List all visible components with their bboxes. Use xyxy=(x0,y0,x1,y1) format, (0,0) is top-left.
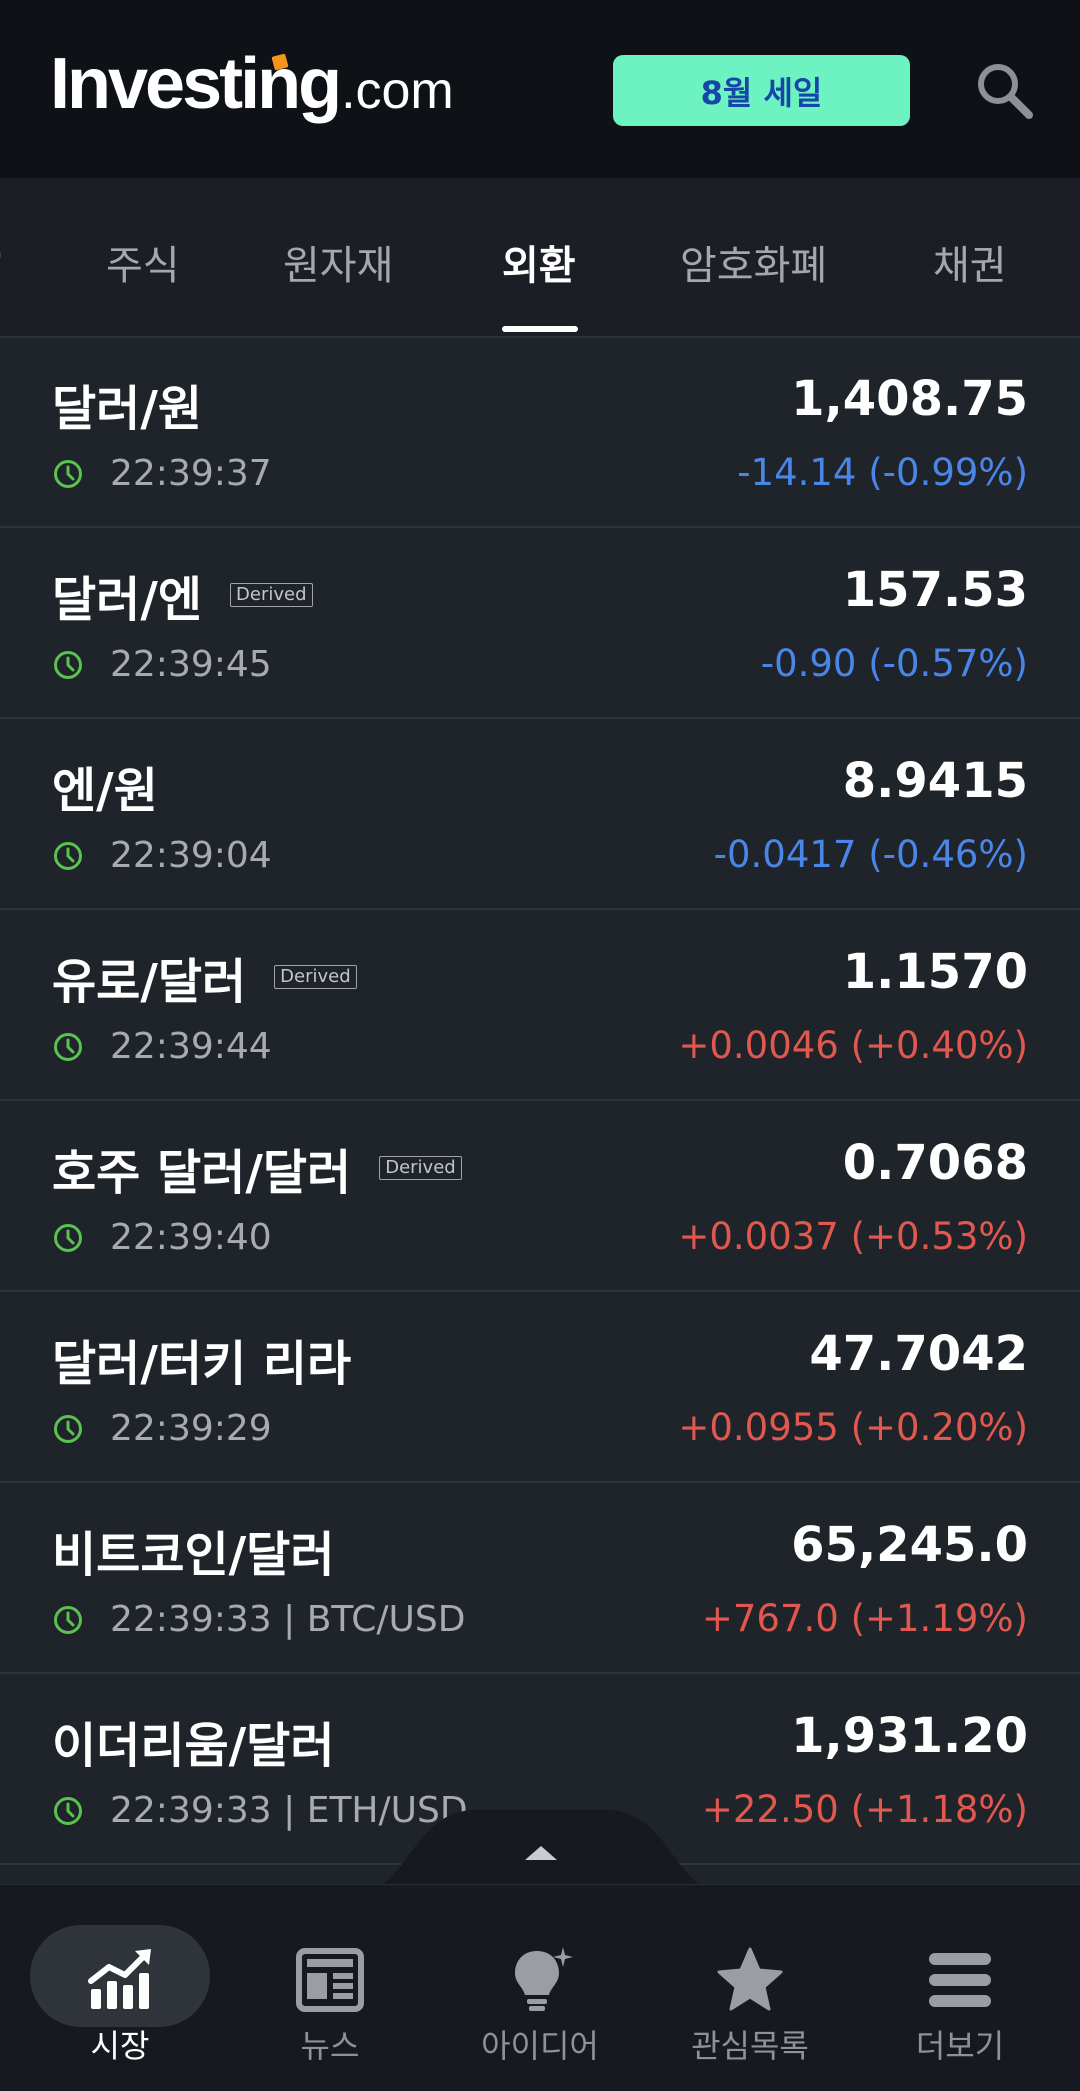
instrument-name-text: 달러/터키 리라 xyxy=(52,1336,352,1392)
quote-time: 22:39:45 xyxy=(52,644,272,685)
clock-icon xyxy=(54,459,82,488)
last-price: 1,408.75 xyxy=(791,371,1028,427)
quote-row[interactable]: 달러/엔 Derived 22:39:45 157.53 -0.90 (-0.57%) xyxy=(0,528,1080,719)
instrument-name-text: 달러/엔 xyxy=(52,572,203,628)
top-bar: Investing .com 8월 세일 xyxy=(0,0,1080,178)
logo-main-text: Investing xyxy=(50,44,342,124)
clock-icon xyxy=(54,1032,82,1061)
quote-time-text: 22:39:40 xyxy=(110,1217,272,1258)
quote-row[interactable]: 엔/원 22:39:04 8.9415 -0.0417 (-0.46%) xyxy=(0,719,1080,910)
instrument-name: 달러/원 xyxy=(52,369,202,439)
clock-icon xyxy=(54,1605,82,1634)
nav-markets[interactable]: 시장 xyxy=(30,1905,210,2075)
last-price: 0.7068 xyxy=(842,1135,1028,1191)
instrument-name: 엔/원 xyxy=(52,751,158,821)
instrument-name-text: 이더리움/달러 xyxy=(52,1718,335,1774)
investing-logo[interactable]: Investing .com xyxy=(50,48,454,138)
search-icon[interactable] xyxy=(972,58,1036,122)
instrument-name-text: 달러/원 xyxy=(52,381,203,437)
last-price: 1,931.20 xyxy=(791,1708,1028,1764)
quote-row[interactable]: 비트코인/달러 22:39:33 | BTC/USD 65,245.0 +767.0 … xyxy=(0,1483,1080,1674)
quote-time: 22:39:40 xyxy=(52,1217,272,1258)
last-price: 47.7042 xyxy=(809,1326,1028,1382)
menu-icon xyxy=(929,1953,991,2007)
quote-time-text: 22:39:45 xyxy=(110,644,272,685)
clock-icon xyxy=(54,1223,82,1252)
instrument-name: 달러/엔 Derived xyxy=(52,560,313,630)
quote-time: 22:39:04 xyxy=(52,835,272,876)
nav-markets-label: 시장 xyxy=(90,2027,150,2065)
quote-time-text: 22:39:33 | BTC/USD xyxy=(110,1599,466,1640)
instrument-name: 이더리움/달러 xyxy=(52,1706,335,1776)
bottom-navigation: 시장 뉴스 아이디어 관심목록 더보기 xyxy=(0,1884,1080,2091)
newspaper-icon xyxy=(296,1948,364,2012)
tab-bonds[interactable]: 채권 xyxy=(933,233,1007,291)
expand-panel-handle[interactable] xyxy=(365,1810,717,1890)
quote-time-text: 22:39:44 xyxy=(110,1026,272,1067)
clock-icon xyxy=(54,650,82,679)
quote-time-text: 22:39:04 xyxy=(110,835,272,876)
tab-stocks[interactable]: 주식 xyxy=(106,233,180,291)
quote-time-text: 22:39:37 xyxy=(110,453,272,494)
last-price: 8.9415 xyxy=(842,753,1028,809)
nav-watchlist[interactable]: 관심목록 xyxy=(660,1905,840,2075)
instrument-name: 달러/터키 리라 xyxy=(52,1324,351,1394)
nav-ideas-label: 아이디어 xyxy=(481,2027,599,2065)
price-change: +767.0 (+1.19%) xyxy=(701,1597,1028,1640)
quote-time: 22:39:29 xyxy=(52,1408,272,1449)
clock-icon xyxy=(54,1796,82,1825)
nav-news[interactable]: 뉴스 xyxy=(240,1905,420,2075)
star-icon xyxy=(717,1947,783,2011)
derived-badge: Derived xyxy=(230,583,313,607)
logo-suffix-text: .com xyxy=(341,62,454,120)
instrument-name: 유로/달러 Derived xyxy=(52,942,357,1012)
instrument-name-text: 비트코인/달러 xyxy=(52,1527,335,1583)
sale-button[interactable]: 8월 세일 xyxy=(613,55,910,126)
last-price: 65,245.0 xyxy=(791,1517,1028,1573)
tab-commodities[interactable]: 원자재 xyxy=(283,233,393,291)
active-tab-indicator xyxy=(502,326,578,332)
price-change: -14.14 (-0.99%) xyxy=(737,451,1028,494)
derived-badge: Derived xyxy=(379,1156,462,1180)
instrument-name: 비트코인/달러 xyxy=(52,1515,335,1585)
instrument-name: 호주 달러/달러 Derived xyxy=(52,1133,462,1203)
price-change: -0.90 (-0.57%) xyxy=(760,642,1028,685)
instrument-name-text: 엔/원 xyxy=(52,763,158,819)
price-change: -0.0417 (-0.46%) xyxy=(713,833,1028,876)
clock-icon xyxy=(54,841,82,870)
quote-row[interactable]: 달러/원 22:39:37 1,408.75 -14.14 (-0.99%) xyxy=(0,337,1080,528)
clock-icon xyxy=(54,1414,82,1443)
derived-badge: Derived xyxy=(274,965,357,989)
price-change: +0.0046 (+0.40%) xyxy=(678,1024,1028,1067)
last-price: 1.1570 xyxy=(842,944,1028,1000)
nav-watchlist-label: 관심목록 xyxy=(691,2027,809,2065)
chart-up-icon xyxy=(88,1949,151,2009)
tab-crypto[interactable]: 암호화폐 xyxy=(680,233,827,291)
quote-row[interactable]: 호주 달러/달러 Derived 22:39:40 0.7068 +0.0037 (+0… xyxy=(0,1101,1080,1292)
instrument-name-text: 호주 달러/달러 xyxy=(52,1145,352,1201)
quote-time: 22:39:44 xyxy=(52,1026,272,1067)
price-change: +22.50 (+1.18%) xyxy=(701,1788,1028,1831)
tab-partial-left[interactable]: · xyxy=(0,233,5,279)
quote-time: 22:39:37 xyxy=(52,453,272,494)
quote-time-text: 22:39:29 xyxy=(110,1408,272,1449)
quote-time: 22:39:33 | BTC/USD xyxy=(52,1599,465,1640)
category-tabs: · 주식 원자재 외환 암호화폐 채권 xyxy=(0,178,1080,338)
last-price: 157.53 xyxy=(842,562,1028,618)
instrument-name-text: 유로/달러 xyxy=(52,954,247,1010)
nav-more-label: 더보기 xyxy=(915,2027,1005,2065)
lightbulb-icon xyxy=(515,1947,573,2011)
price-change: +0.0955 (+0.20%) xyxy=(678,1406,1028,1449)
nav-news-label: 뉴스 xyxy=(300,2027,360,2065)
tab-forex[interactable]: 외환 xyxy=(502,233,576,291)
quote-row[interactable]: 유로/달러 Derived 22:39:44 1.1570 +0.0046 (+0.40… xyxy=(0,910,1080,1101)
nav-ideas[interactable]: 아이디어 xyxy=(450,1905,630,2075)
nav-more[interactable]: 더보기 xyxy=(870,1905,1050,2075)
price-change: +0.0037 (+0.53%) xyxy=(678,1215,1028,1258)
quote-row[interactable]: 달러/터키 리라 22:39:29 47.7042 +0.0955 (+0.20%) xyxy=(0,1292,1080,1483)
